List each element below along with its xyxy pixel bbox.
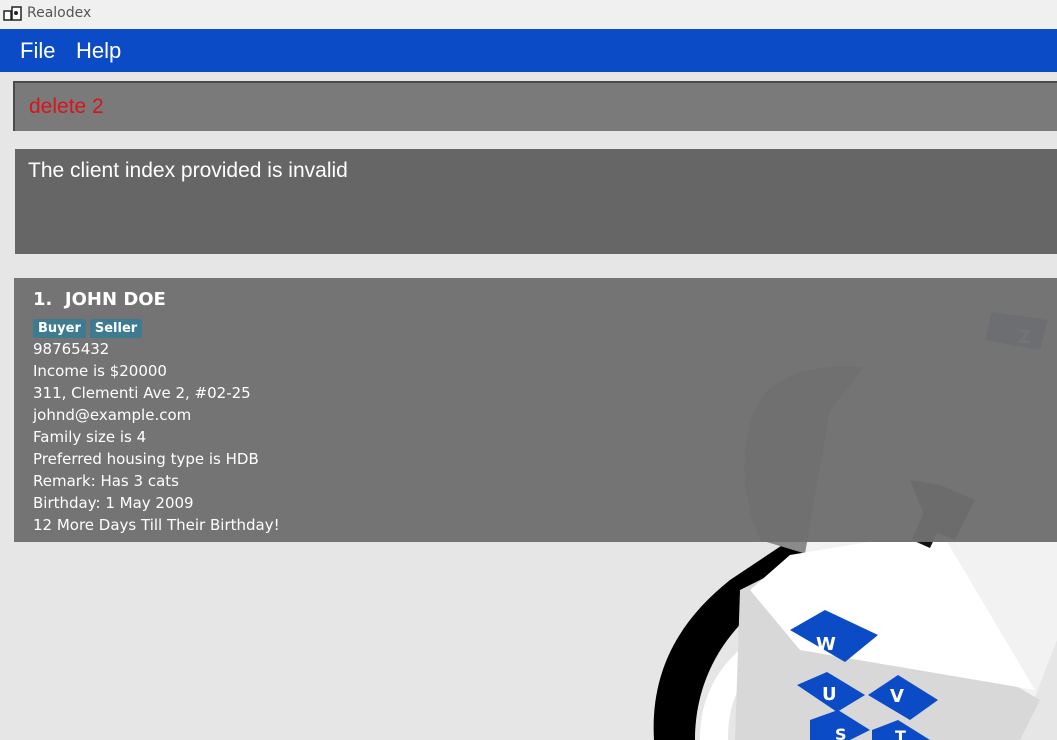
client-tags: Buyer Seller <box>33 317 146 338</box>
result-display: The client index provided is invalid <box>15 149 1057 254</box>
app-logo-icon <box>3 6 22 21</box>
client-header: 1. JOHN DOE <box>33 289 166 310</box>
client-remark: Remark: Has 3 cats <box>33 472 179 490</box>
tag-seller: Seller <box>89 319 143 338</box>
client-birthday: Birthday: 1 May 2009 <box>33 494 194 512</box>
client-housing-type: Preferred housing type is HDB <box>33 450 259 468</box>
client-index: 1. <box>33 289 53 310</box>
letter-t: T <box>895 727 906 740</box>
window-title: Realodex <box>27 5 92 21</box>
client-birthday-countdown: 12 More Days Till Their Birthday! <box>33 516 280 534</box>
client-name: JOHN DOE <box>64 289 166 310</box>
letter-v: V <box>890 686 904 707</box>
letter-u: U <box>822 684 837 705</box>
command-input[interactable]: delete 2 <box>13 81 1057 131</box>
client-address: 311, Clementi Ave 2, #02-25 <box>33 384 251 402</box>
menu-file[interactable]: File <box>20 38 55 64</box>
client-income: Income is $20000 <box>33 362 167 380</box>
client-phone: 98765432 <box>33 340 110 358</box>
client-card[interactable]: 1. JOHN DOE Buyer Seller 98765432 Income … <box>14 278 1057 542</box>
command-input-text: delete 2 <box>29 95 104 118</box>
client-email: johnd@example.com <box>33 406 192 424</box>
letter-s: S <box>835 725 847 740</box>
menu-bar: File Help <box>0 29 1057 72</box>
letter-w: W <box>816 634 836 655</box>
title-bar: Realodex <box>0 0 1057 29</box>
menu-help[interactable]: Help <box>76 38 121 64</box>
result-message: The client index provided is invalid <box>28 159 348 182</box>
client-family-size: Family size is 4 <box>33 428 147 446</box>
tag-buyer: Buyer <box>33 319 86 338</box>
